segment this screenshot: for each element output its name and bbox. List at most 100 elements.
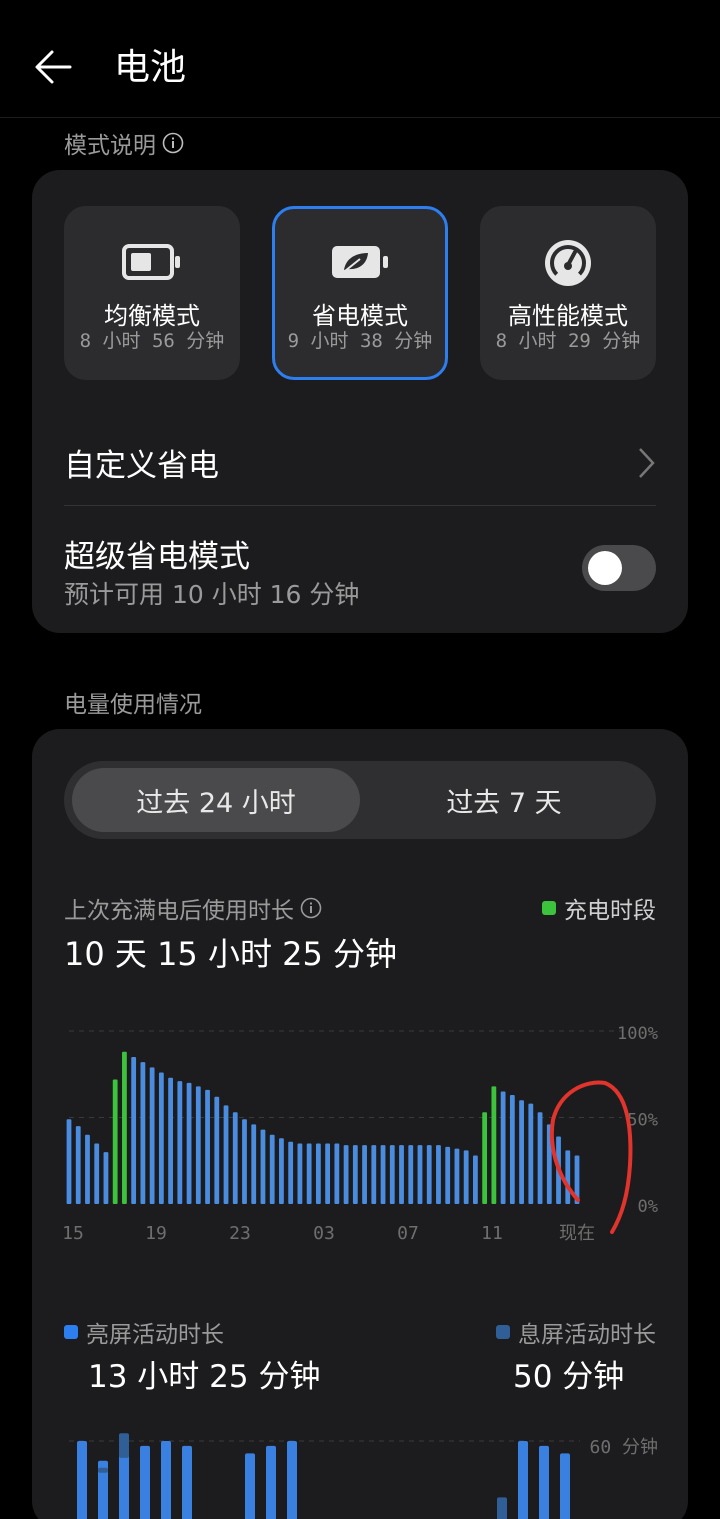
battery-bar [565, 1150, 571, 1204]
info-icon[interactable] [162, 132, 184, 154]
x-tick-label: 19 [145, 1223, 167, 1244]
screen-on-bar [560, 1453, 570, 1519]
battery-bar [500, 1091, 506, 1204]
battery-bar [509, 1095, 515, 1204]
screen-off-bar [497, 1497, 507, 1519]
battery-bar [195, 1086, 201, 1204]
x-tick-label: 03 [313, 1223, 335, 1244]
screen-on-legend: 亮屏活动时长 [64, 1315, 224, 1349]
battery-bar [288, 1141, 294, 1204]
battery-bar [519, 1100, 524, 1204]
mode-performance-tile[interactable]: 高性能模式 8 小时 29 分钟 [480, 206, 656, 380]
battery-bar [417, 1145, 423, 1204]
info-icon[interactable] [300, 897, 322, 919]
screen-off-bar [98, 1467, 108, 1473]
battery-bar [334, 1143, 340, 1204]
super-power-saving-row: 超级省电模式 预计可用 10 小时 16 分钟 [64, 525, 656, 615]
battery-bar [131, 1056, 137, 1204]
battery-bar [463, 1150, 469, 1204]
battery-bar [546, 1124, 552, 1204]
chevron-right-icon [636, 446, 656, 480]
battery-bar [140, 1062, 146, 1204]
charging-bar [112, 1079, 118, 1204]
tab-past-24-hours[interactable]: 过去 24 小时 [72, 768, 360, 832]
battery-bar [103, 1152, 109, 1204]
mode-balanced-tile[interactable]: 均衡模式 8 小时 56 分钟 [64, 206, 240, 380]
super-power-saving-estimate: 预计可用 10 小时 16 分钟 [64, 580, 360, 609]
battery-bar [223, 1105, 229, 1204]
screen-activity-chart: 60 分钟 [69, 1433, 658, 1519]
battery-bar [251, 1124, 257, 1204]
mode-power-saving-tile[interactable]: 省电模式 9 小时 38 分钟 [272, 206, 448, 380]
battery-bar [528, 1103, 534, 1204]
screen-on-bar [245, 1453, 255, 1519]
battery-bar [315, 1143, 321, 1204]
since-full-charge-value: 10 天 15 小时 25 分钟 [64, 935, 398, 973]
battery-bar [325, 1143, 331, 1204]
screen-on-bar [140, 1445, 150, 1519]
time-range-selector: 过去 24 小时 过去 7 天 [64, 761, 656, 839]
charging-legend: 充电时段 [542, 891, 656, 925]
x-tick-label: 11 [481, 1223, 503, 1244]
battery-bar [260, 1129, 266, 1204]
battery-bar [473, 1155, 478, 1204]
battery-bar [269, 1134, 275, 1204]
battery-bar [537, 1112, 543, 1204]
super-power-saving-toggle[interactable] [582, 545, 656, 591]
battery-bar [399, 1145, 404, 1204]
screen-on-bar [539, 1445, 549, 1519]
battery-bar [177, 1081, 183, 1204]
y-tick-label: 50% [627, 1111, 658, 1131]
x-tick-label: 23 [229, 1223, 251, 1244]
screen-off-label: 息屏活动时长 [518, 1322, 656, 1348]
super-power-saving-label: 超级省电模式 [64, 539, 250, 575]
tab-past-7-days[interactable]: 过去 7 天 [360, 768, 648, 832]
modes-section-label: 模式说明 [64, 126, 184, 160]
battery-bar [66, 1119, 72, 1204]
power-mode-card: 均衡模式 8 小时 56 分钟 省电模式 9 小时 38 分钟 高性能模式 8 … [32, 170, 688, 633]
screen-on-value: 13 小时 25 分钟 [88, 1359, 321, 1395]
since-full-charge-label-text: 上次充满电后使用时长 [64, 898, 294, 924]
battery-bar [436, 1145, 441, 1204]
x-tick-label: 现在 [559, 1223, 595, 1244]
since-full-charge-label: 上次充满电后使用时长 [64, 891, 322, 925]
charging-bar [491, 1086, 497, 1204]
battery-bar [389, 1145, 395, 1204]
screen-off-value: 50 分钟 [513, 1359, 625, 1395]
battery-bar [426, 1145, 432, 1204]
usage-section-label: 电量使用情况 [64, 692, 202, 718]
battery-bar [94, 1143, 100, 1204]
screen-on-bar [518, 1441, 528, 1519]
screen-on-legend-swatch [64, 1325, 78, 1339]
custom-power-saving-label: 自定义省电 [64, 448, 219, 484]
battery-bar [232, 1112, 238, 1204]
battery-bar [454, 1148, 460, 1204]
screen-on-bar [182, 1445, 192, 1519]
screen-off-legend-swatch [496, 1325, 510, 1339]
screen-on-bar [77, 1441, 87, 1519]
y-tick-label: 60 分钟 [589, 1437, 658, 1458]
back-arrow-icon[interactable] [30, 44, 80, 90]
toggle-knob [588, 551, 622, 585]
custom-power-saving-row[interactable]: 自定义省电 [64, 420, 656, 506]
battery-bar [362, 1145, 367, 1204]
screen-on-bar [161, 1441, 171, 1519]
battery-bar [85, 1134, 90, 1204]
battery-icon [122, 240, 182, 284]
y-tick-label: 0% [638, 1197, 658, 1217]
battery-bar [380, 1145, 386, 1204]
battery-bar [158, 1072, 164, 1204]
mode-power-saving-time: 9 小时 38 分钟 [287, 330, 433, 352]
screen-on-bar [266, 1445, 276, 1519]
battery-bar [168, 1077, 173, 1204]
charging-bar [122, 1051, 127, 1204]
screen-off-bar [119, 1433, 129, 1458]
battery-bar [408, 1145, 414, 1204]
screen-on-label: 亮屏活动时长 [86, 1322, 224, 1348]
battery-usage-card: 过去 24 小时 过去 7 天 上次充满电后使用时长 10 天 15 小时 25… [32, 729, 688, 1519]
battery-bar [205, 1089, 210, 1204]
battery-bar [306, 1143, 312, 1204]
charging-legend-label: 充电时段 [564, 898, 656, 924]
leaf-battery-icon [330, 240, 390, 284]
battery-bar [445, 1146, 451, 1204]
